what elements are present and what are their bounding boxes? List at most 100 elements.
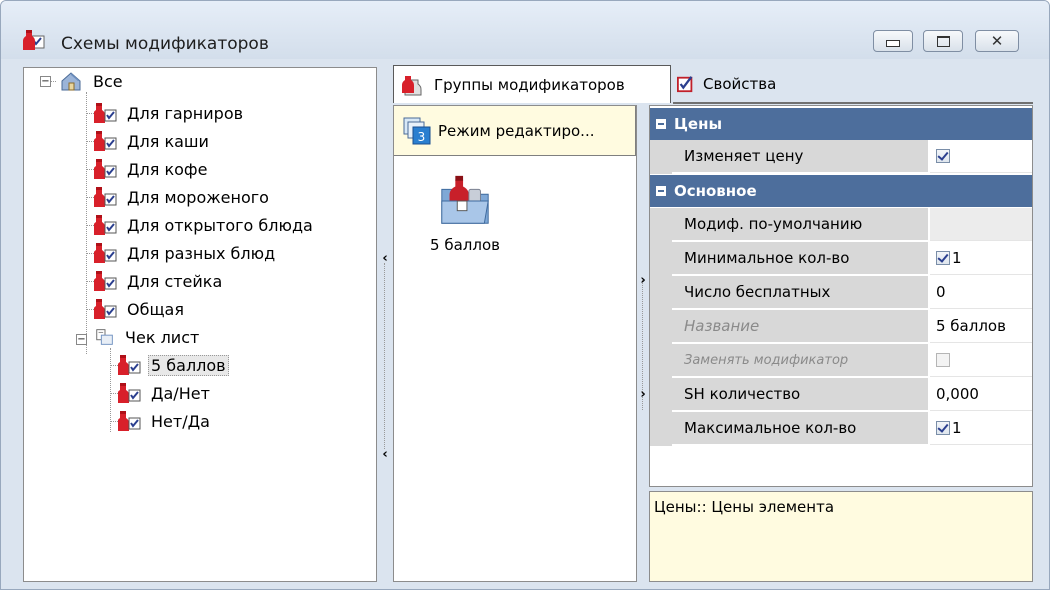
category-main-label: Основное: [674, 182, 757, 200]
modifier-scheme-icon: [94, 131, 117, 151]
tree-item-label: Для мороженого: [127, 187, 269, 207]
modifier-scheme-icon: [94, 187, 117, 207]
tree-item-label: Да/Нет: [151, 383, 210, 403]
modifier-schemes-window: Схемы модификаторов ✕ − Все Для гарниров: [0, 0, 1050, 590]
modifier-scheme-icon: [118, 355, 141, 375]
tab-modifier-groups-label: Группы модификаторов: [434, 75, 625, 94]
tree-item-label: 5 баллов: [148, 354, 229, 376]
property-value[interactable]: 1: [930, 242, 1032, 275]
tab-modifier-groups[interactable]: Группы модификаторов: [393, 65, 671, 103]
tree-item-label: Для гарниров: [127, 103, 244, 123]
property-value[interactable]: 0: [930, 276, 1032, 309]
property-row[interactable]: Модиф. по-умолчанию: [650, 208, 1032, 242]
schemes-tree[interactable]: − Все Для гарниров Для каши Для кофе Для…: [23, 67, 377, 582]
property-name: Заменять модификатор: [672, 344, 928, 377]
checkbox[interactable]: [936, 421, 950, 435]
property-value[interactable]: [930, 208, 1032, 241]
tree-item[interactable]: Общая: [86, 296, 187, 322]
tree-item-label: Для каши: [127, 131, 209, 151]
property-value: [930, 344, 1032, 377]
edit-mode-label: Режим редактиро...: [438, 121, 595, 140]
close-icon: ✕: [990, 32, 1004, 50]
property-name: Название: [672, 310, 928, 343]
modifier-groups-panel[interactable]: 3 Режим редактиро... 5 баллов: [393, 105, 637, 582]
collapse-icon[interactable]: [656, 186, 666, 196]
property-value[interactable]: [930, 140, 1032, 173]
checkbox[interactable]: [936, 149, 950, 163]
modifier-scheme-icon: [118, 383, 141, 403]
property-name: Число бесплатных: [672, 276, 928, 309]
home-icon: [61, 72, 81, 91]
tree-item-label: Общая: [127, 299, 184, 319]
tab-properties[interactable]: Свойства: [673, 65, 847, 103]
property-row: Название 5 баллов: [650, 310, 1032, 344]
tree-item-label: Для разных блюд: [127, 243, 276, 263]
tree-item[interactable]: Нет/Да: [110, 408, 213, 434]
tree-group-checklist[interactable]: Чек лист: [94, 324, 202, 350]
tree-item[interactable]: Для разных блюд: [86, 240, 278, 266]
description-text: Цены:: Цены элемента: [654, 498, 835, 516]
modifier-scheme-icon: [94, 103, 117, 123]
close-button[interactable]: ✕: [975, 30, 1019, 52]
edit-mode-button[interactable]: 3 Режим редактиро...: [394, 106, 636, 156]
minimize-icon: [886, 40, 900, 47]
tree-root-collapse-toggle[interactable]: −: [40, 76, 51, 87]
property-row[interactable]: Изменяет цену: [650, 140, 1032, 174]
property-row[interactable]: Минимальное кол-во 1: [650, 242, 1032, 276]
property-row[interactable]: Максимальное кол-во 1: [650, 412, 1032, 446]
modifier-group-folder-icon: [441, 175, 489, 224]
modifier-group-tile[interactable]: 5 баллов: [420, 172, 510, 254]
property-grid[interactable]: Цены Изменяет цену Основное Модиф. по-ум…: [649, 105, 1033, 487]
tree-item[interactable]: Для мороженого: [86, 184, 272, 210]
modifier-scheme-icon: [94, 215, 117, 235]
modifier-scheme-icon: [94, 299, 117, 319]
property-value-text: 1: [952, 249, 962, 267]
property-name: Минимальное кол-во: [672, 242, 928, 275]
maximize-button[interactable]: [923, 30, 963, 52]
checkbox[interactable]: [936, 251, 950, 265]
minimize-button[interactable]: [873, 30, 913, 52]
property-row: Заменять модификатор: [650, 344, 1032, 378]
property-value-text: 1: [952, 419, 962, 437]
tree-item[interactable]: Для гарниров: [86, 100, 246, 126]
modifier-groups-icon: [402, 75, 422, 95]
properties-icon: [677, 76, 693, 93]
category-main[interactable]: Основное: [650, 175, 1032, 207]
property-value[interactable]: 0,000: [930, 378, 1032, 411]
property-name: SH количество: [672, 378, 928, 411]
tree-item[interactable]: Для стейка: [86, 268, 225, 294]
tab-properties-label: Свойства: [703, 75, 777, 93]
tree-item[interactable]: Для каши: [86, 128, 212, 154]
tree-item[interactable]: Да/Нет: [110, 380, 213, 406]
app-icon: [23, 30, 45, 50]
property-name: Максимальное кол-во: [672, 412, 928, 445]
property-value[interactable]: 1: [930, 412, 1032, 445]
tree-item[interactable]: Для кофе: [86, 156, 210, 182]
collapse-icon[interactable]: [656, 119, 666, 129]
right-splitter[interactable]: › ›: [637, 105, 649, 582]
collapse-left-icon[interactable]: ‹: [380, 447, 390, 462]
left-splitter[interactable]: ‹ ‹: [379, 67, 391, 582]
title-bar[interactable]: Схемы модификаторов ✕: [1, 1, 1049, 59]
category-prices-label: Цены: [674, 115, 723, 133]
property-row[interactable]: SH количество 0,000: [650, 378, 1032, 412]
modifier-scheme-icon: [94, 243, 117, 263]
collapse-left-icon[interactable]: ‹: [380, 251, 390, 266]
tab-underline: [673, 102, 1033, 104]
category-prices[interactable]: Цены: [650, 108, 1032, 140]
edit-mode-icon: 3: [403, 117, 431, 144]
modifier-scheme-icon: [94, 271, 117, 291]
tree-item-label: Для стейка: [127, 271, 223, 291]
modifier-group-label: 5 баллов: [430, 236, 500, 254]
tree-root[interactable]: Все: [58, 68, 126, 94]
expand-right-icon[interactable]: ›: [638, 387, 648, 402]
tree-item[interactable]: Для открытого блюда: [86, 212, 316, 238]
checklist-icon: [96, 329, 113, 345]
property-row[interactable]: Число бесплатных 0: [650, 276, 1032, 310]
checklist-collapse-toggle[interactable]: −: [76, 334, 87, 345]
svg-text:3: 3: [418, 130, 426, 144]
tree-item-selected[interactable]: 5 баллов: [110, 352, 229, 378]
property-description: Цены:: Цены элемента: [649, 491, 1033, 582]
expand-right-icon[interactable]: ›: [638, 273, 648, 288]
tree-root-label: Все: [93, 71, 123, 91]
